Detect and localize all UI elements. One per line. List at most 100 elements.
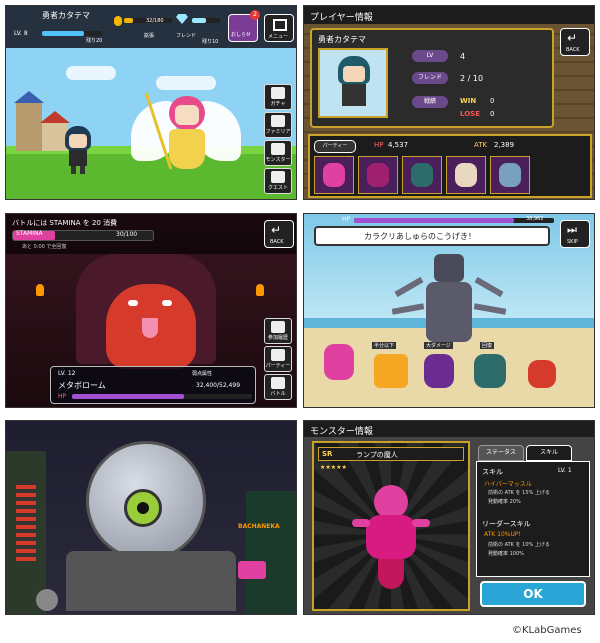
torch-flame [36, 284, 44, 296]
lose-value: 0 [490, 110, 495, 118]
coin-value: 32/180 [146, 18, 164, 24]
record-label: 戦績 [412, 96, 448, 108]
party-slot[interactable] [358, 156, 398, 194]
lamp-genie-monster [352, 485, 430, 595]
player-name: 勇者カタテマ [318, 35, 366, 44]
copyright: ©KLabGames [512, 625, 582, 636]
monster-hp-value: 32,400/52,499 [196, 382, 241, 389]
lose-label: LOSE [460, 110, 480, 118]
panel-boss-battle: バトルには STAMINA を 20 消費 STAMINA 30/100 あと … [5, 213, 297, 408]
header-title: プレイヤー情報 [310, 13, 373, 23]
atk-value: 2,389 [494, 141, 515, 149]
notice-count-badge: 2 [250, 10, 260, 20]
eye-monster [124, 489, 162, 527]
stamina-label: STAMINA [16, 230, 43, 237]
monster-label: モンスター [265, 157, 291, 163]
gacha-button[interactable]: ガチャ [264, 84, 292, 110]
grid-icon [273, 19, 287, 31]
swords-icon [271, 377, 285, 389]
menu-button[interactable]: メニュー [264, 14, 294, 42]
party-slot[interactable] [402, 156, 442, 194]
back-button[interactable]: ↵ BACK [560, 28, 590, 56]
history-button[interactable]: 参加履歴 [264, 318, 292, 344]
tab-status[interactable]: ステータス [478, 445, 524, 461]
boss-hp-value: 38,962 [526, 216, 544, 222]
church-tower [16, 101, 42, 151]
house-roof [40, 111, 70, 123]
skill-rate: 発動確率 20% [488, 499, 521, 505]
skill-level: LV. 1 [558, 467, 572, 474]
rarity-stars: ★★★★★ [320, 464, 347, 471]
friend-label: フレンド [412, 72, 448, 84]
battle-dialog-text: カラクリあしゅらのこうげき！ [364, 232, 476, 241]
panel-machine-scene: BACHANEKA [5, 420, 297, 615]
leader-skill-name: ATK 10%UP! [484, 531, 521, 538]
leader-skill-rate: 発動確率 100% [488, 551, 524, 557]
hp-value: 4,537 [388, 141, 409, 149]
skip-button[interactable]: ⏭ SKIP [560, 220, 590, 248]
monster-level: LV. 12 [58, 370, 76, 377]
battle-button[interactable]: バトル [264, 374, 292, 400]
friend-label: フレンド [176, 33, 197, 39]
history-label: 参加履歴 [267, 335, 288, 341]
win-value: 0 [490, 97, 495, 105]
back-button[interactable]: ↵ BACK [264, 220, 294, 248]
panel-home: 勇者カタテマ LV. 8 残り20 32/180 拡張 フレンド 残り10 おし… [5, 5, 297, 200]
lv-label: LV [412, 50, 448, 62]
familiar-icon [271, 115, 285, 127]
ok-button[interactable]: OK [480, 581, 586, 607]
status-label: 大ダメージ [424, 342, 453, 349]
exp-bar [42, 31, 102, 36]
gacha-label: ガチャ [270, 101, 286, 107]
ally-monster [324, 344, 354, 380]
monster-hp-bar [72, 394, 252, 399]
exp-remaining: 残り20 [86, 38, 103, 44]
lv-value: 4 [460, 52, 466, 61]
party-button[interactable]: パーティー [264, 346, 292, 372]
atk-label: ATK [474, 141, 488, 149]
fast-forward-icon: ⏭ [567, 223, 577, 236]
skip-label: SKIP [567, 239, 578, 245]
familiar-label: ファミリア [265, 129, 291, 135]
back-label: BACK [270, 239, 284, 245]
back-label: BACK [566, 47, 580, 53]
monster-name: ランプの魔人 [356, 451, 398, 459]
panel-monster-info: モンスター情報 SR ランプの魔人 ★★★★★ ステータス スキル スキル LV… [303, 420, 595, 615]
party-slot[interactable] [446, 156, 486, 194]
notice-label: おしらせ [231, 32, 251, 38]
party-slot[interactable] [314, 156, 354, 194]
hp-label: HP [374, 141, 384, 149]
gem-bar [192, 18, 220, 23]
player-name: 勇者カタテマ [42, 11, 90, 20]
familiar-button[interactable]: ファミリア [264, 112, 292, 138]
skill-label: スキル [482, 468, 503, 476]
boss-hp-label: HP [342, 216, 351, 223]
quest-icon [271, 171, 285, 183]
header-title: モンスター情報 [310, 427, 373, 437]
monster-button[interactable]: モンスター [264, 140, 292, 166]
spiked-ball [36, 589, 58, 611]
skill-name: ハイパーマッスル [484, 481, 532, 488]
win-label: WIN [460, 97, 477, 105]
panel-battle-scene: HP 38,962 カラクリあしゅらのこうげき！ ⏭ SKIP 半分以下 大ダメ… [303, 213, 595, 408]
coin-icon [114, 16, 122, 26]
church-roof [14, 91, 44, 103]
light-strip [16, 481, 36, 561]
battle-label: バトル [270, 391, 286, 397]
party-label: パーティー [314, 140, 356, 153]
tab-skill[interactable]: スキル [526, 445, 572, 461]
quest-button[interactable]: クエスト [264, 168, 292, 194]
monster-hp-label: HP [58, 393, 67, 400]
gem-label: 拡張 [144, 33, 155, 39]
ally-monster [424, 354, 454, 388]
leader-skill-desc: 前衛の ATK を 10% 上げる [488, 542, 550, 548]
party-icon [271, 349, 285, 361]
party-slot[interactable] [490, 156, 530, 194]
back-arrow-icon: ↵ [271, 223, 282, 237]
neon-sign: BACHANEKA [238, 523, 280, 530]
angel-character [131, 91, 241, 186]
party-label: パーティー [265, 363, 291, 369]
battle-cost-text: バトルには STAMINA を 20 消費 [12, 219, 118, 227]
recover-text: あと 0:00 で全回復 [22, 244, 67, 250]
stamina-value: 30/100 [116, 231, 138, 238]
